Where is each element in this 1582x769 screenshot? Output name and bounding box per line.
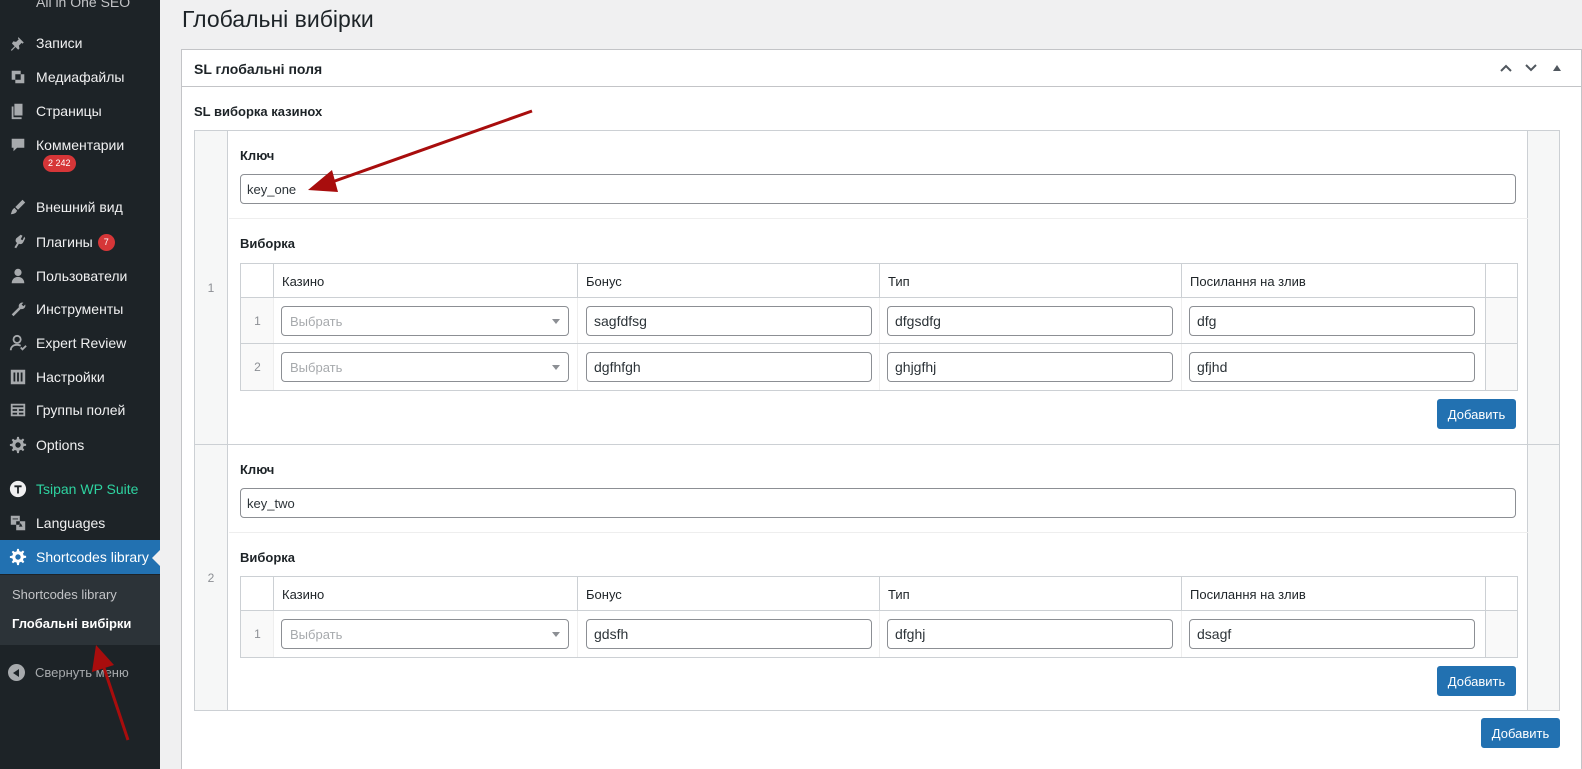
postbox-title: SL глобальні поля — [194, 61, 323, 77]
gear-icon — [8, 547, 28, 567]
table-row: 1 Выбрать gdsfh dfghj dsagf — [241, 611, 1517, 657]
sidebar-item-settings[interactable]: Настройки — [0, 360, 160, 394]
t-logo-icon — [8, 479, 28, 499]
key-input[interactable]: key_two — [240, 488, 1516, 518]
link-input[interactable]: dsagf — [1189, 619, 1475, 649]
sidebar-item-posts[interactable]: Записи — [0, 26, 160, 60]
bonus-input[interactable]: dgfhfgh — [586, 352, 872, 382]
selection-table-header: Казино Бонус Тип Посилання на злив — [241, 577, 1517, 611]
table-row: 1 Выбрать sagfdfsg dfgsdfg dfg — [241, 298, 1517, 344]
column-header-casino: Казино — [273, 264, 577, 298]
selection-table: Казино Бонус Тип Посилання на злив 1 Выб… — [240, 576, 1518, 658]
sidebar-item-comments[interactable]: Комментарии — [0, 128, 160, 162]
row-index[interactable]: 1 — [241, 611, 274, 657]
sidebar-submenu: Shortcodes library Глобальні вибірки — [0, 575, 160, 645]
field-divider — [229, 532, 1528, 533]
sidebar-item-tsipan[interactable]: Tsipan WP Suite — [0, 472, 160, 506]
casino-select[interactable]: Выбрать — [281, 352, 569, 382]
brush-icon — [8, 197, 28, 217]
column-header-type: Тип — [879, 264, 1181, 298]
column-header-bonus: Бонус — [577, 577, 879, 611]
submenu-shortcodes-library[interactable]: Shortcodes library — [12, 587, 117, 602]
type-input[interactable]: ghjgfhj — [887, 352, 1173, 382]
selection-label: Виборка — [240, 550, 296, 565]
casino-select[interactable]: Выбрать — [281, 619, 569, 649]
key-label: Ключ — [240, 148, 275, 163]
row-actions[interactable] — [1485, 611, 1517, 657]
field-divider — [229, 218, 1528, 219]
aioseo-icon — [8, 0, 28, 12]
field-label: SL виборка казинох — [194, 104, 323, 119]
selection-label: Виборка — [240, 236, 296, 251]
comments-icon — [8, 135, 28, 155]
row-actions[interactable] — [1485, 298, 1517, 343]
sidebar-item-shortcodes-library[interactable]: Shortcodes library — [0, 540, 160, 574]
bonus-input[interactable]: sagfdfsg — [586, 306, 872, 336]
repeater-row-handle[interactable]: 1 — [195, 131, 228, 444]
row-actions[interactable] — [1485, 344, 1517, 390]
key-label: Ключ — [240, 462, 275, 477]
plugins-update-badge: 7 — [97, 233, 115, 251]
repeater-row-actions[interactable] — [1527, 445, 1559, 710]
collapse-menu-button[interactable]: Свернуть меню — [8, 664, 129, 681]
repeater-row-handle[interactable]: 2 — [195, 445, 228, 710]
repeater-row: 1 Ключ key_one Виборка Казино Бонус Тип … — [194, 130, 1560, 445]
admin-sidebar: All in One SEO Записи Медиафайлы Страниц… — [0, 0, 160, 769]
comments-count-badge: 2 242 — [43, 155, 76, 172]
column-header-casino: Казино — [273, 577, 577, 611]
add-selection-row-button[interactable]: Добавить — [1437, 666, 1516, 696]
sidebar-item-plugins[interactable]: Плагины 7 — [0, 225, 160, 259]
casino-select[interactable]: Выбрать — [281, 306, 569, 336]
submenu-global-selections[interactable]: Глобальні вибірки — [12, 616, 131, 631]
postbox-header: SL глобальні поля — [182, 50, 1581, 87]
sidebar-item-media[interactable]: Медиафайлы — [0, 60, 160, 94]
row-index[interactable]: 2 — [241, 344, 274, 390]
page-title: Глобальні вибірки — [182, 6, 374, 32]
selection-table-header: Казино Бонус Тип Посилання на злив — [241, 264, 1517, 298]
sidebar-item-languages[interactable]: Languages — [0, 506, 160, 540]
repeater-row: 2 Ключ key_two Виборка Казино Бонус Тип … — [194, 444, 1560, 711]
pin-icon — [8, 33, 28, 53]
key-input[interactable]: key_one — [240, 174, 1516, 204]
sidebar-item-pages[interactable]: Страницы — [0, 94, 160, 128]
sidebar-item-aioseo[interactable]: All in One SEO — [0, 0, 160, 12]
sidebar-item-field-groups[interactable]: Группы полей — [0, 393, 160, 427]
add-repeater-row-button[interactable]: Добавить — [1481, 718, 1560, 748]
column-header-link: Посилання на злив — [1181, 577, 1485, 611]
gear-icon — [8, 435, 28, 455]
reviewer-icon — [8, 333, 28, 353]
selection-table: Казино Бонус Тип Посилання на злив 1 Выб… — [240, 263, 1518, 391]
bonus-input[interactable]: gdsfh — [586, 619, 872, 649]
table-icon — [8, 400, 28, 420]
collapse-arrow-icon — [8, 664, 25, 681]
column-header-type: Тип — [879, 577, 1181, 611]
sidebar-item-expert-review[interactable]: Expert Review — [0, 326, 160, 360]
type-input[interactable]: dfgsdfg — [887, 306, 1173, 336]
translate-icon — [8, 513, 28, 533]
pages-icon — [8, 101, 28, 121]
user-icon — [8, 266, 28, 286]
media-icon — [8, 67, 28, 87]
toggle-panel-icon[interactable] — [1548, 59, 1566, 77]
wrench-icon — [8, 299, 28, 319]
column-header-link: Посилання на злив — [1181, 264, 1485, 298]
sidebar-item-appearance[interactable]: Внешний вид — [0, 190, 160, 224]
link-input[interactable]: gfjhd — [1189, 352, 1475, 382]
sidebar-item-options[interactable]: Options — [0, 428, 160, 462]
type-input[interactable]: dfghj — [887, 619, 1173, 649]
sliders-icon — [8, 367, 28, 387]
move-up-icon[interactable] — [1497, 59, 1515, 77]
link-input[interactable]: dfg — [1189, 306, 1475, 336]
sidebar-item-tools[interactable]: Инструменты — [0, 292, 160, 326]
move-down-icon[interactable] — [1522, 59, 1540, 77]
plugin-icon — [8, 232, 28, 252]
add-selection-row-button[interactable]: Добавить — [1437, 399, 1516, 429]
repeater-row-actions[interactable] — [1527, 131, 1559, 444]
sidebar-item-users[interactable]: Пользователи — [0, 259, 160, 293]
table-row: 2 Выбрать dgfhfgh ghjgfhj gfjhd — [241, 344, 1517, 390]
column-header-bonus: Бонус — [577, 264, 879, 298]
postbox: SL глобальні поля SL виборка казинох 1 К… — [181, 49, 1582, 769]
row-index[interactable]: 1 — [241, 298, 274, 343]
